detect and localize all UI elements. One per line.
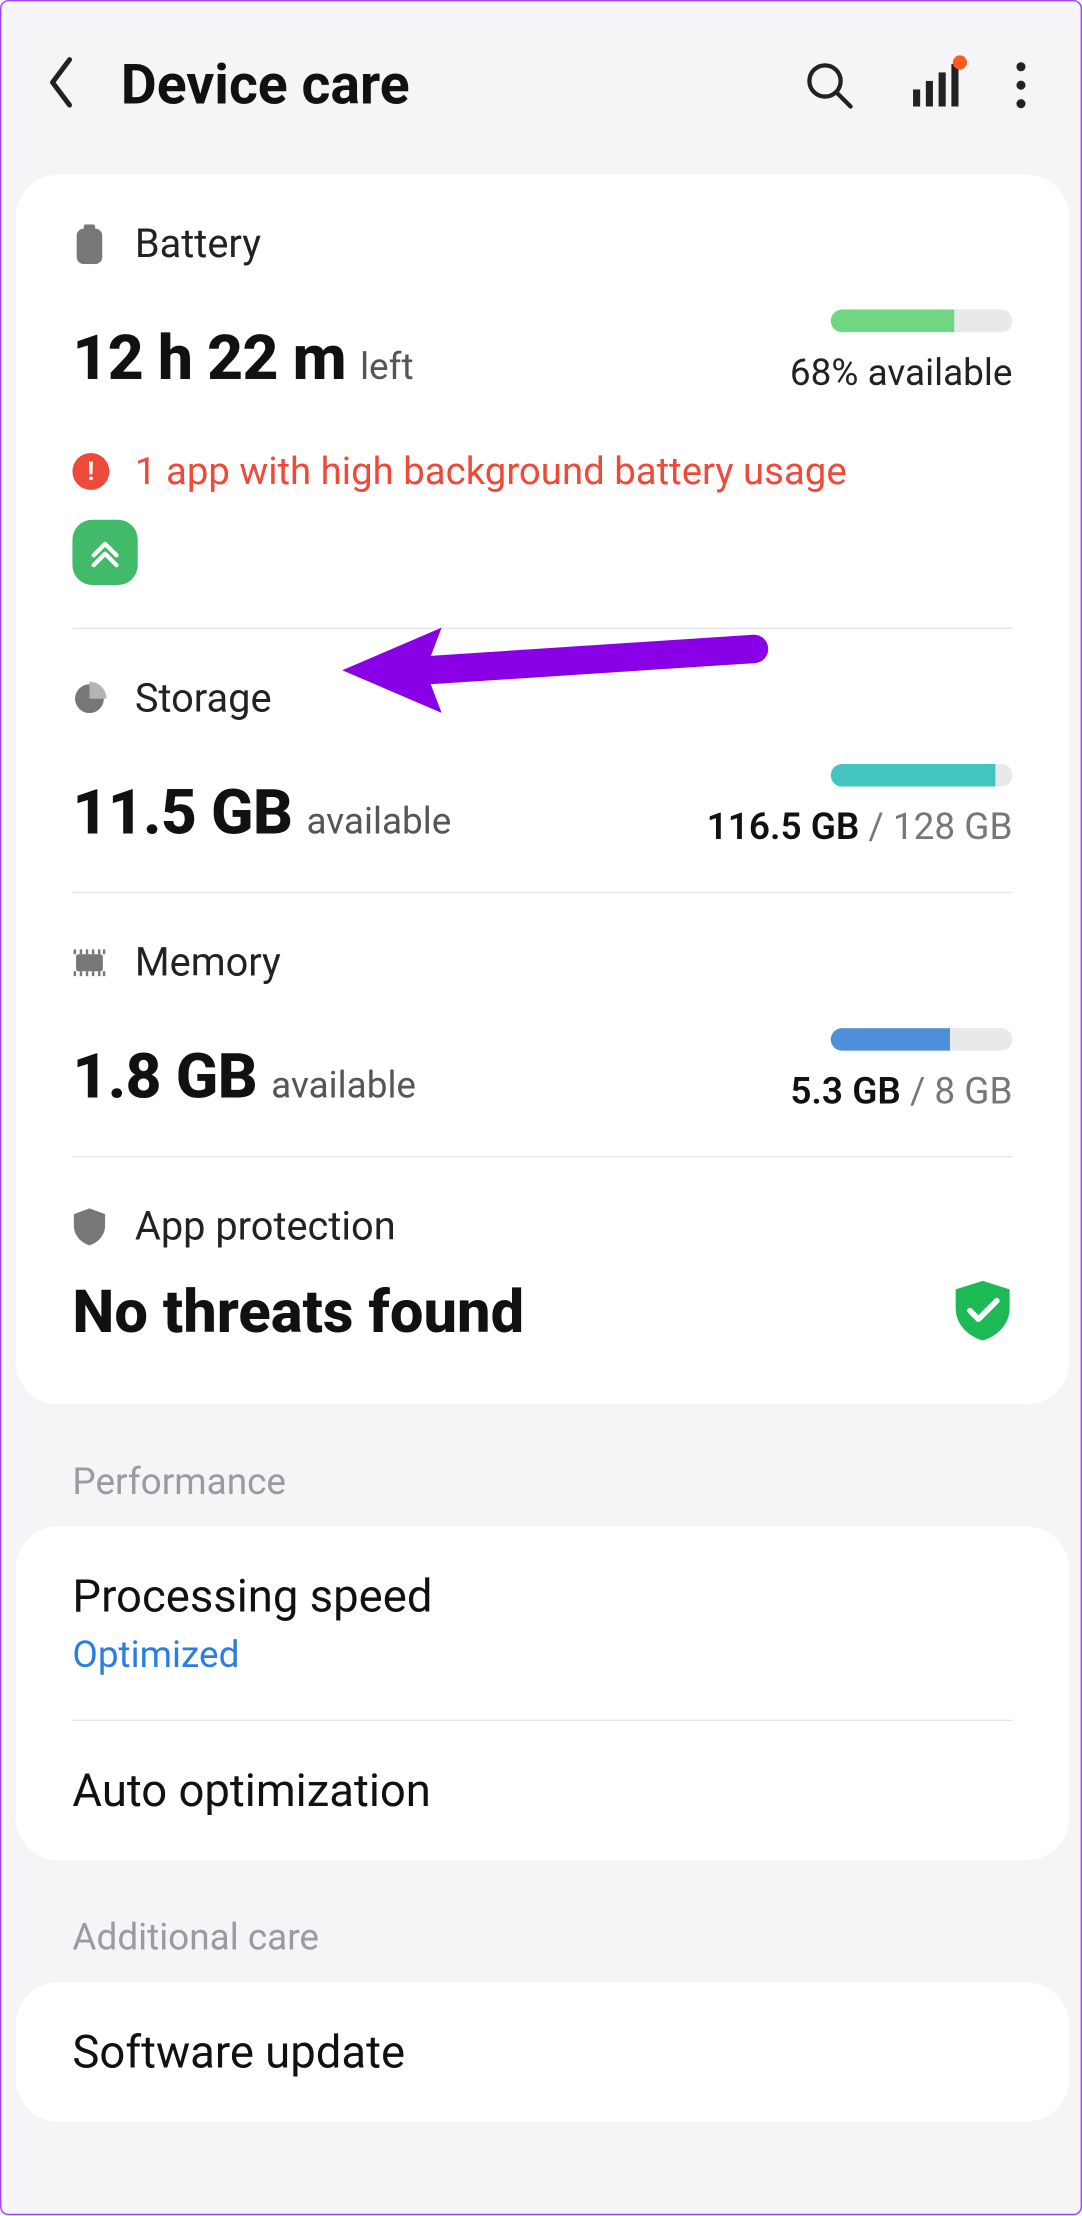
battery-time: 12 h 22 m: [72, 321, 346, 395]
auto-optimization-title: Auto optimization: [72, 1764, 1012, 1818]
battery-label: Battery: [135, 220, 261, 267]
battery-percent: 68% available: [790, 352, 1013, 395]
memory-icon: [72, 946, 106, 977]
memory-available-suffix: available: [271, 1065, 416, 1108]
app-protection-section[interactable]: App protection No threats found: [72, 1157, 1012, 1404]
storage-icon: [72, 679, 106, 716]
shield-check-icon: [953, 1279, 1013, 1347]
memory-available: 1.8 GB: [72, 1039, 257, 1113]
processing-speed-status: Optimized: [72, 1634, 1012, 1677]
search-icon[interactable]: [805, 61, 853, 109]
additional-care-card: Software update: [16, 1982, 1070, 2121]
page-title: Device care: [121, 53, 769, 118]
device-care-card: Battery 12 h 22 m left 68% available ! 1…: [16, 175, 1070, 1405]
more-icon[interactable]: [1015, 61, 1026, 109]
storage-bar: [831, 764, 1013, 787]
memory-usage: 5.3 GB / 8 GB: [790, 1071, 1012, 1114]
battery-warning-text: 1 app with high background battery usage: [135, 449, 847, 494]
auto-optimization-item[interactable]: Auto optimization: [72, 1721, 1012, 1860]
storage-usage: 116.5 GB / 128 GB: [707, 807, 1013, 850]
app-protection-label: App protection: [135, 1203, 396, 1250]
battery-icon: [72, 224, 106, 264]
performance-card: Processing speed Optimized Auto optimiza…: [16, 1527, 1070, 1861]
app-header: Device care: [1, 1, 1082, 174]
processing-speed-title: Processing speed: [72, 1569, 1012, 1623]
battery-bar: [831, 310, 1013, 333]
storage-section[interactable]: Storage 11.5 GB available 116.5 GB / 128…: [72, 629, 1012, 893]
memory-bar: [831, 1028, 1013, 1051]
battery-section[interactable]: Battery 12 h 22 m left 68% available ! 1…: [72, 175, 1012, 629]
memory-section[interactable]: Memory 1.8 GB available 5.3 GB / 8 GB: [72, 893, 1012, 1157]
group-performance-label: Performance: [1, 1404, 1082, 1526]
group-additional-label: Additional care: [1, 1860, 1082, 1982]
battery-time-suffix: left: [360, 346, 413, 389]
battery-warning[interactable]: ! 1 app with high background battery usa…: [72, 449, 1012, 494]
storage-available-suffix: available: [306, 801, 451, 844]
notification-dot-icon: [953, 55, 967, 69]
annotation-arrow-icon: [328, 621, 782, 720]
alert-icon: !: [72, 453, 109, 490]
back-icon[interactable]: [44, 55, 78, 115]
processing-speed-item[interactable]: Processing speed Optimized: [72, 1527, 1012, 1722]
storage-label: Storage: [135, 675, 272, 722]
software-update-title: Software update: [72, 2025, 1012, 2079]
storage-available: 11.5 GB: [72, 775, 292, 849]
optimize-chip-icon[interactable]: [72, 520, 137, 585]
usage-chart-icon[interactable]: [910, 61, 958, 109]
software-update-item[interactable]: Software update: [72, 1982, 1012, 2121]
app-protection-status: No threats found: [72, 1278, 524, 1348]
shield-icon: [72, 1206, 106, 1246]
memory-label: Memory: [135, 939, 281, 986]
